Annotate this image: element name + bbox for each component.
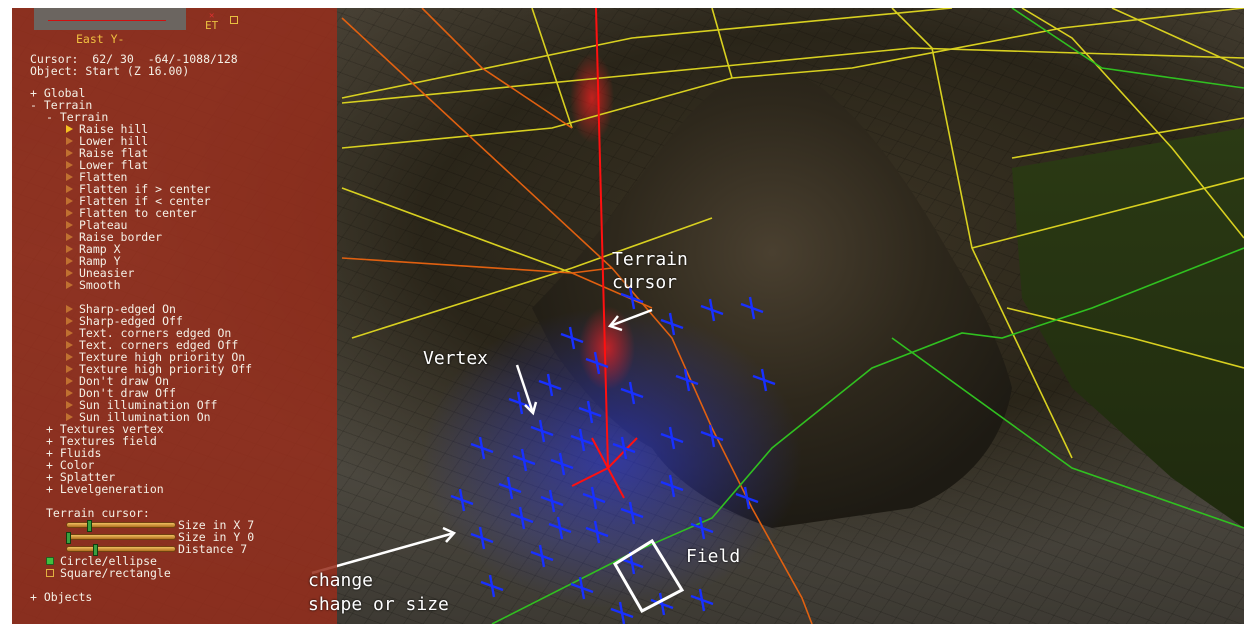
shape-label: Square/rectangle <box>60 566 171 580</box>
triangle-icon <box>66 389 73 397</box>
triangle-icon <box>66 149 73 157</box>
triangle-icon <box>66 125 73 133</box>
triangle-icon <box>66 257 73 265</box>
grass-patch <box>1012 128 1244 528</box>
triangle-icon <box>66 329 73 337</box>
triangle-icon <box>66 137 73 145</box>
triangle-icon <box>66 221 73 229</box>
annotation-field: Field <box>686 546 741 567</box>
tree-group-item[interactable]: + Levelgeneration <box>46 483 164 495</box>
editor-panel: ✕ ET East Y- Cursor: 62/ 30 -64/-1088/12… <box>12 8 337 624</box>
tool-label: Smooth <box>79 278 121 292</box>
triangle-icon <box>66 161 73 169</box>
annotation-change-line2: shape or size <box>308 594 449 615</box>
tool-item[interactable]: Smooth <box>66 279 121 291</box>
triangle-icon <box>66 245 73 253</box>
minimap[interactable] <box>34 8 186 30</box>
et-checkbox[interactable] <box>230 16 238 24</box>
triangle-icon <box>66 401 73 409</box>
triangle-icon <box>66 173 73 181</box>
annotation-terrain-cursor-line2: cursor <box>612 272 678 293</box>
object-readout: Object: Start (Z 16.00) <box>30 64 190 78</box>
slider[interactable] <box>66 544 176 556</box>
annotation-change-line1: change <box>308 570 374 591</box>
triangle-icon <box>66 353 73 361</box>
triangle-icon <box>66 317 73 325</box>
triangle-icon <box>66 233 73 241</box>
triangle-icon <box>66 305 73 313</box>
radio-icon[interactable] <box>46 557 54 565</box>
slider-label: Distance 7 <box>178 542 248 556</box>
radio-icon[interactable] <box>46 569 54 577</box>
triangle-icon <box>66 341 73 349</box>
minimap-marker <box>48 20 166 21</box>
annotation-vertex: Vertex <box>423 348 489 369</box>
view-mode: East Y- <box>76 32 125 46</box>
triangle-icon <box>66 377 73 385</box>
triangle-icon <box>66 185 73 193</box>
slider[interactable] <box>66 520 176 532</box>
triangle-icon <box>66 365 73 373</box>
triangle-icon <box>66 197 73 205</box>
triangle-icon <box>66 209 73 217</box>
triangle-icon <box>66 413 73 421</box>
triangle-icon <box>66 269 73 277</box>
annotation-terrain-cursor-line1: Terrain <box>612 249 688 270</box>
slider[interactable] <box>66 532 176 544</box>
terrain-cursor-header: Terrain cursor: <box>46 506 150 520</box>
tree-objects[interactable]: + Objects <box>30 591 92 603</box>
et-label: ET <box>205 19 219 32</box>
shape-option[interactable]: Square/rectangle <box>46 567 171 579</box>
triangle-icon <box>66 281 73 289</box>
